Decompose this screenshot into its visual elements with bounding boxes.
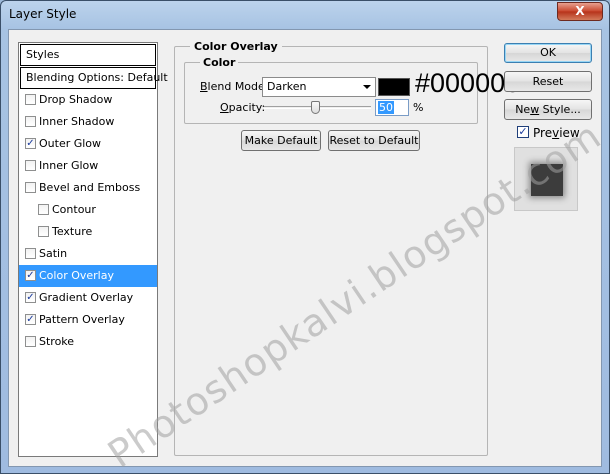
new-style-mnemonic: w xyxy=(530,103,540,116)
make-default-button[interactable]: Make Default xyxy=(241,130,321,151)
style-item-label: Drop Shadow xyxy=(39,93,113,106)
inner-shadow-checkbox[interactable] xyxy=(25,116,36,127)
style-item-inner-shadow[interactable]: Inner Shadow xyxy=(19,111,157,133)
blend-mode-select[interactable]: Darken xyxy=(262,77,376,97)
style-item-label: Inner Shadow xyxy=(39,115,115,128)
overlay-color-swatch[interactable] xyxy=(378,78,410,96)
opacity-input[interactable]: 50 xyxy=(375,99,409,116)
title-bar[interactable]: Layer Style X xyxy=(1,1,609,29)
style-item-satin[interactable]: Satin xyxy=(19,243,157,265)
chevron-down-icon xyxy=(363,85,371,89)
style-item-label: Gradient Overlay xyxy=(39,291,134,304)
blend-mode-label: Blend Mode: xyxy=(200,80,269,93)
opacity-label-text: pacity: xyxy=(228,101,266,114)
opacity-unit: % xyxy=(413,101,424,114)
style-item-label: Stroke xyxy=(39,335,75,348)
new-style-label-pre: Ne xyxy=(515,103,531,116)
inner-glow-checkbox[interactable] xyxy=(25,160,36,171)
opacity-mnemonic: O xyxy=(220,101,229,114)
preview-checkbox[interactable]: ✓ xyxy=(517,126,529,138)
style-item-texture[interactable]: Texture xyxy=(19,221,157,243)
window-title: Layer Style xyxy=(9,7,77,21)
bevel-and-emboss-checkbox[interactable] xyxy=(25,182,36,193)
style-item-label: Outer Glow xyxy=(39,137,102,150)
style-item-inner-glow[interactable]: Inner Glow xyxy=(19,155,157,177)
style-item-bevel-and-emboss[interactable]: Bevel and Emboss xyxy=(19,177,157,199)
style-item-label: Bevel and Emboss xyxy=(39,181,141,194)
blend-mode-label-text: lend Mode: xyxy=(207,80,269,93)
color-overlay-checkbox[interactable]: ✓ xyxy=(25,270,36,281)
texture-checkbox[interactable] xyxy=(38,226,49,237)
gradient-overlay-checkbox[interactable]: ✓ xyxy=(25,292,36,303)
blend-mode-value: Darken xyxy=(267,80,307,93)
drop-shadow-checkbox[interactable] xyxy=(25,94,36,105)
style-item-label: Color Overlay xyxy=(39,269,114,282)
opacity-slider-thumb[interactable] xyxy=(311,101,320,114)
style-item-stroke[interactable]: Stroke xyxy=(19,331,157,353)
style-item-pattern-overlay[interactable]: ✓ Pattern Overlay xyxy=(19,309,157,331)
ok-button[interactable]: OK xyxy=(504,43,592,63)
style-item-color-overlay[interactable]: ✓ Color Overlay xyxy=(19,265,157,287)
close-button[interactable]: X xyxy=(557,2,603,21)
style-item-outer-glow[interactable]: ✓ Outer Glow xyxy=(19,133,157,155)
satin-checkbox[interactable] xyxy=(25,248,36,259)
style-item-label: Contour xyxy=(52,203,96,216)
new-style-label-post: Style... xyxy=(539,103,581,116)
reset-to-default-button[interactable]: Reset to Default xyxy=(328,130,420,151)
outer-glow-checkbox[interactable]: ✓ xyxy=(25,138,36,149)
style-item-gradient-overlay[interactable]: ✓ Gradient Overlay xyxy=(19,287,157,309)
styles-header[interactable]: Styles xyxy=(20,44,156,66)
style-item-label: Pattern Overlay xyxy=(39,313,125,326)
stroke-checkbox[interactable] xyxy=(25,336,36,347)
blending-options-item[interactable]: Blending Options: Default xyxy=(20,67,168,89)
reset-button[interactable]: Reset xyxy=(504,71,592,92)
style-item-label: Inner Glow xyxy=(39,159,99,172)
pattern-overlay-checkbox[interactable]: ✓ xyxy=(25,314,36,325)
color-group-title: Color xyxy=(200,56,239,69)
blend-mode-mnemonic: B xyxy=(200,80,208,93)
styles-list: Styles Blending Options: Default Drop Sh… xyxy=(18,42,168,457)
contour-checkbox[interactable] xyxy=(38,204,49,215)
style-item-label: Texture xyxy=(52,225,93,238)
style-item-label: Satin xyxy=(39,247,68,260)
style-item-contour[interactable]: Contour xyxy=(19,199,157,221)
opacity-value: 50 xyxy=(378,101,394,114)
opacity-label: Opacity: xyxy=(220,101,265,114)
style-item-drop-shadow[interactable]: Drop Shadow xyxy=(19,89,157,111)
color-overlay-section-title: Color Overlay xyxy=(190,40,282,53)
